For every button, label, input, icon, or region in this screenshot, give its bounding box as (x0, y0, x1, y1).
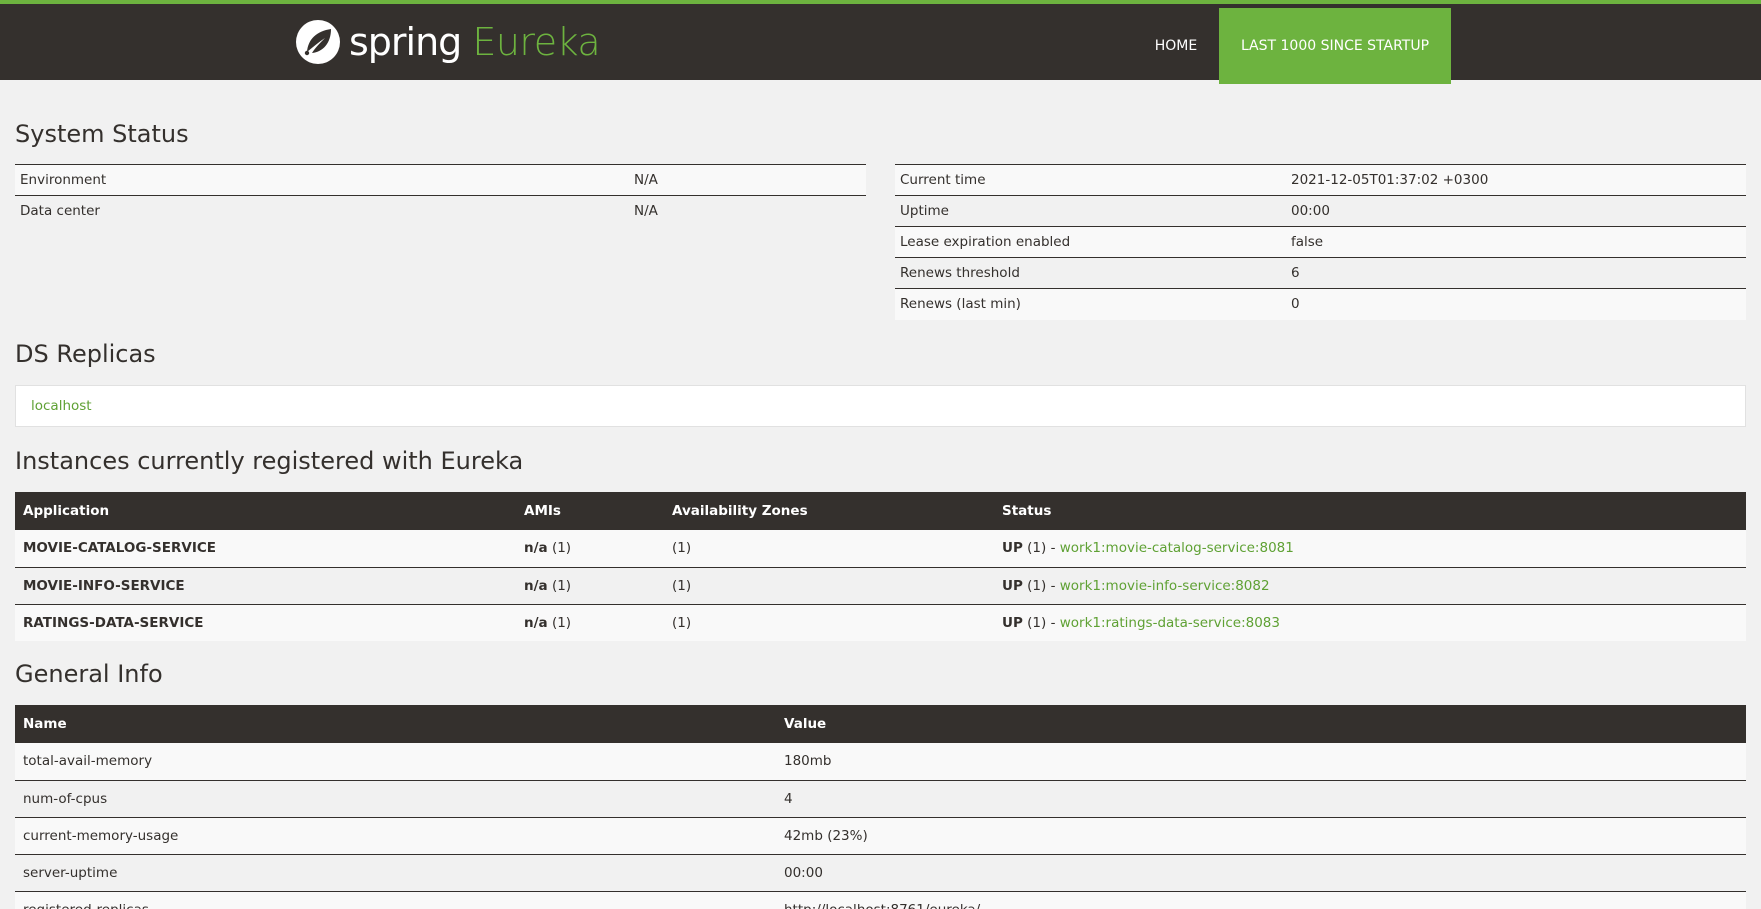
info-value: 00:00 (776, 853, 1746, 891)
column-header-value: Value (776, 705, 1746, 743)
ds-replicas-panel: localhost (15, 385, 1746, 427)
ami-cell: n/a (1) (516, 530, 664, 567)
info-row: registered-replicas http://localhost:876… (15, 890, 1746, 909)
column-header-amis: AMIs (516, 492, 664, 530)
info-row: server-uptime 00:00 (15, 853, 1746, 891)
status-value: 0 (1286, 288, 1746, 320)
status-cell: UP (1) - work1:movie-info-service:8082 (994, 566, 1746, 604)
ami-cell: n/a (1) (516, 603, 664, 641)
status-label: Lease expiration enabled (895, 226, 1286, 258)
ds-replicas-heading: DS Replicas (15, 340, 156, 368)
status-value: N/A (629, 195, 866, 227)
column-header-availability-zones: Availability Zones (664, 492, 994, 530)
instance-row: MOVIE-CATALOG-SERVICE n/a (1) (1) UP (1)… (15, 530, 1746, 567)
status-label: Data center (15, 195, 629, 227)
status-row: Renews (last min) 0 (895, 288, 1746, 320)
status-row: Data center N/A (15, 195, 866, 227)
status-row: Environment N/A (15, 164, 866, 196)
info-row: total-avail-memory 180mb (15, 743, 1746, 780)
info-name: server-uptime (15, 853, 776, 891)
column-header-status: Status (994, 492, 1746, 530)
status-row: Renews threshold 6 (895, 257, 1746, 289)
status-label: Environment (15, 164, 629, 196)
instances-heading: Instances currently registered with Eure… (15, 447, 524, 475)
column-header-application: Application (15, 492, 516, 530)
status-value: N/A (629, 164, 866, 196)
instance-link[interactable]: work1:movie-catalog-service:8081 (1060, 540, 1294, 556)
status-value: 6 (1286, 257, 1746, 289)
general-info-heading: General Info (15, 660, 163, 688)
zones-cell: (1) (664, 603, 994, 641)
system-status-right-table: Current time 2021-12-05T01:37:02 +0300 U… (895, 164, 1746, 320)
info-value: 4 (776, 779, 1746, 817)
status-cell: UP (1) - work1:ratings-data-service:8083 (994, 603, 1746, 641)
info-name: registered-replicas (15, 890, 776, 909)
info-name: current-memory-usage (15, 816, 776, 854)
info-value: 42mb (23%) (776, 816, 1746, 854)
info-name: total-avail-memory (15, 743, 776, 780)
status-label: Renews threshold (895, 257, 1286, 289)
status-cell: UP (1) - work1:movie-catalog-service:808… (994, 530, 1746, 567)
status-label: Uptime (895, 195, 1286, 227)
instances-header-row: Application AMIs Availability Zones Stat… (15, 492, 1746, 530)
spring-eureka-logo[interactable]: spring Eureka (295, 18, 601, 66)
info-value: http://localhost:8761/eureka/ (776, 890, 1746, 909)
top-navbar: spring Eureka HOME LAST 1000 SINCE START… (0, 0, 1761, 84)
zones-cell: (1) (664, 530, 994, 567)
instance-row: MOVIE-INFO-SERVICE n/a (1) (1) UP (1) - … (15, 566, 1746, 604)
info-row: num-of-cpus 4 (15, 779, 1746, 817)
status-row: Current time 2021-12-05T01:37:02 +0300 (895, 164, 1746, 196)
application-name: MOVIE-CATALOG-SERVICE (15, 530, 516, 567)
instance-link[interactable]: work1:ratings-data-service:8083 (1060, 615, 1280, 631)
instances-table: Application AMIs Availability Zones Stat… (15, 492, 1746, 641)
info-name: num-of-cpus (15, 779, 776, 817)
status-label: Current time (895, 164, 1286, 196)
system-status-left-table: Environment N/A Data center N/A (15, 164, 866, 227)
logo-text-spring: spring (349, 20, 462, 64)
status-value: 2021-12-05T01:37:02 +0300 (1286, 164, 1746, 196)
status-label: Renews (last min) (895, 288, 1286, 320)
info-row: current-memory-usage 42mb (23%) (15, 816, 1746, 854)
application-name: MOVIE-INFO-SERVICE (15, 566, 516, 604)
column-header-name: Name (15, 705, 776, 743)
status-row: Uptime 00:00 (895, 195, 1746, 227)
spring-leaf-icon (295, 19, 341, 65)
zones-cell: (1) (664, 566, 994, 604)
nav-last-1000-link[interactable]: LAST 1000 SINCE STARTUP (1219, 8, 1451, 84)
instance-link[interactable]: work1:movie-info-service:8082 (1060, 578, 1270, 594)
status-row: Lease expiration enabled false (895, 226, 1746, 258)
status-value: 00:00 (1286, 195, 1746, 227)
general-info-header-row: Name Value (15, 705, 1746, 743)
replica-link-localhost[interactable]: localhost (31, 398, 92, 414)
info-value: 180mb (776, 743, 1746, 780)
instance-row: RATINGS-DATA-SERVICE n/a (1) (1) UP (1) … (15, 603, 1746, 641)
application-name: RATINGS-DATA-SERVICE (15, 603, 516, 641)
nav-home-link[interactable]: HOME (1134, 8, 1218, 84)
ami-cell: n/a (1) (516, 566, 664, 604)
status-value: false (1286, 226, 1746, 258)
system-status-heading: System Status (15, 120, 189, 148)
logo-text-eureka: Eureka (472, 20, 601, 64)
general-info-table: Name Value total-avail-memory 180mb num-… (15, 705, 1746, 909)
